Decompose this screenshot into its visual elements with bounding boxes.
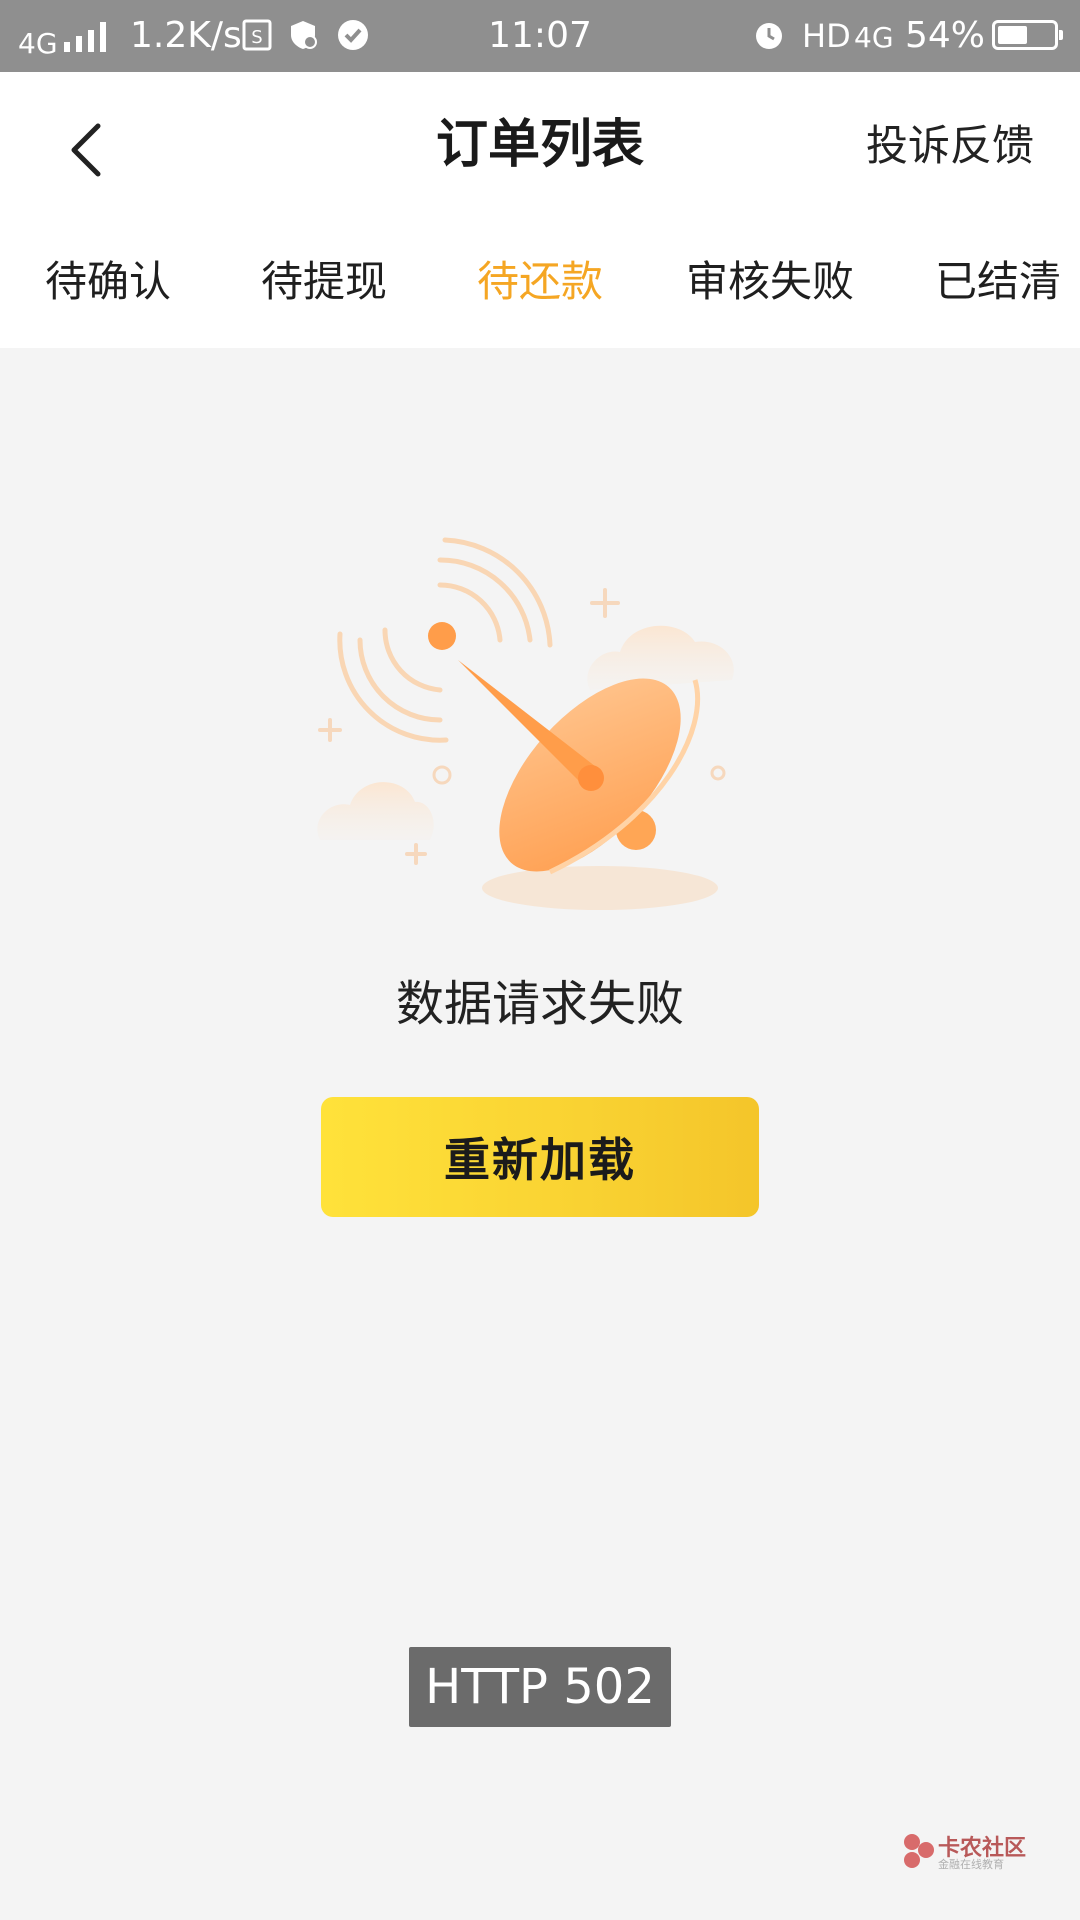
tab-review-failed[interactable]: 审核失败	[686, 254, 854, 310]
tab-pending-confirm[interactable]: 待确认	[45, 254, 171, 310]
mobile-data-indicator: 4G	[854, 21, 894, 54]
battery-icon	[992, 20, 1063, 50]
tab-pending-withdraw[interactable]: 待提现	[261, 254, 387, 310]
hd-indicator: HD	[802, 17, 851, 55]
top-bar: 订单列表 投诉反馈	[0, 72, 1080, 220]
tab-settled[interactable]: 已结清	[935, 254, 1061, 310]
tab-pending-repay[interactable]: 待还款	[477, 254, 603, 310]
satellite-dish-illustration	[317, 537, 734, 910]
battery-percent: 54%	[905, 15, 986, 56]
status-bar: 4G 1.2K/s S 11:07 HD 4G 54%	[0, 0, 1080, 72]
http-error-toast: HTTP 502	[409, 1647, 671, 1727]
watermark-subtext: 金融在线教育	[938, 1858, 1004, 1871]
order-status-tabs: 待确认 待提现 待还款 审核失败 已结清	[0, 220, 1080, 348]
error-message: 数据请求失败	[395, 976, 684, 1032]
alarm-icon	[756, 23, 782, 49]
complaint-feedback-link[interactable]: 投诉反馈	[866, 120, 1034, 172]
reload-button[interactable]: 重新加载	[321, 1097, 759, 1217]
